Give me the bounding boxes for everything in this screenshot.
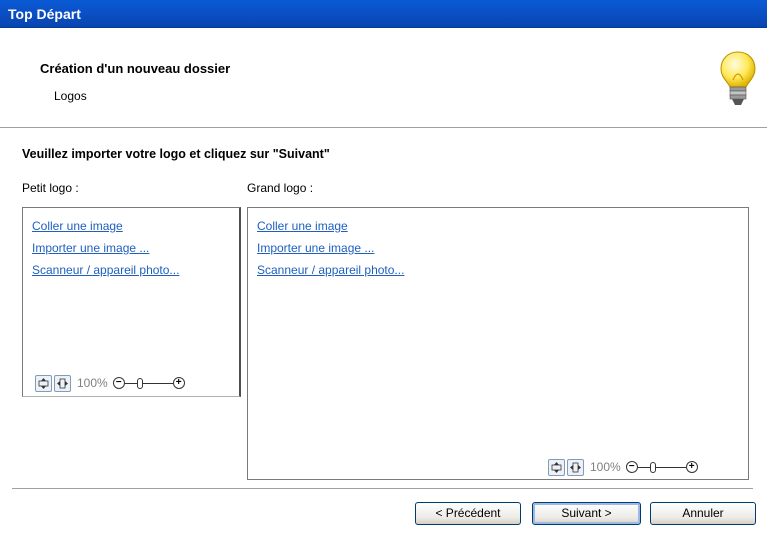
cancel-button[interactable]: Annuler xyxy=(650,502,756,525)
small-zoom-bar: 100% − + xyxy=(35,374,185,392)
zoom-slider[interactable] xyxy=(637,461,686,473)
instruction-text: Veuillez importer votre logo et cliquez … xyxy=(22,147,330,161)
page-heading: Création d'un nouveau dossier xyxy=(40,61,231,76)
footer-divider xyxy=(12,488,753,489)
title-bar: Top Départ xyxy=(0,0,767,28)
small-scanner-link[interactable]: Scanneur / appareil photo... xyxy=(32,259,179,281)
zoom-out-icon[interactable]: − xyxy=(112,377,125,389)
previous-button[interactable]: < Précédent xyxy=(415,502,521,525)
fit-width-icon[interactable] xyxy=(567,458,584,476)
small-logo-label: Petit logo : xyxy=(22,181,79,195)
large-zoom-bar: 100% − + xyxy=(548,458,698,476)
fit-width-icon[interactable] xyxy=(54,374,71,392)
zoom-out-icon[interactable]: − xyxy=(625,461,638,473)
zoom-slider[interactable] xyxy=(124,377,173,389)
page-subheading: Logos xyxy=(54,89,87,103)
large-import-image-link[interactable]: Importer une image ... xyxy=(257,237,404,259)
window-title: Top Départ xyxy=(8,6,81,22)
next-button[interactable]: Suivant > xyxy=(532,502,641,525)
small-paste-image-link[interactable]: Coller une image xyxy=(32,215,179,237)
fit-height-icon[interactable] xyxy=(35,374,52,392)
large-scanner-link[interactable]: Scanneur / appareil photo... xyxy=(257,259,404,281)
large-paste-image-link[interactable]: Coller une image xyxy=(257,215,404,237)
wizard-body: Veuillez importer votre logo et cliquez … xyxy=(0,129,767,538)
fit-height-icon[interactable] xyxy=(548,458,565,476)
small-import-image-link[interactable]: Importer une image ... xyxy=(32,237,179,259)
large-logo-label: Grand logo : xyxy=(247,181,314,195)
zoom-in-icon[interactable]: + xyxy=(172,377,185,389)
zoom-percent: 100% xyxy=(590,460,621,474)
lightbulb-icon xyxy=(720,51,756,105)
wizard-header: Création d'un nouveau dossier Logos xyxy=(0,28,767,128)
zoom-in-icon[interactable]: + xyxy=(685,461,698,473)
large-logo-panel[interactable]: Coller une image Importer une image ... … xyxy=(247,207,749,480)
small-logo-panel[interactable]: Coller une image Importer une image ... … xyxy=(22,207,241,397)
zoom-percent: 100% xyxy=(77,376,108,390)
